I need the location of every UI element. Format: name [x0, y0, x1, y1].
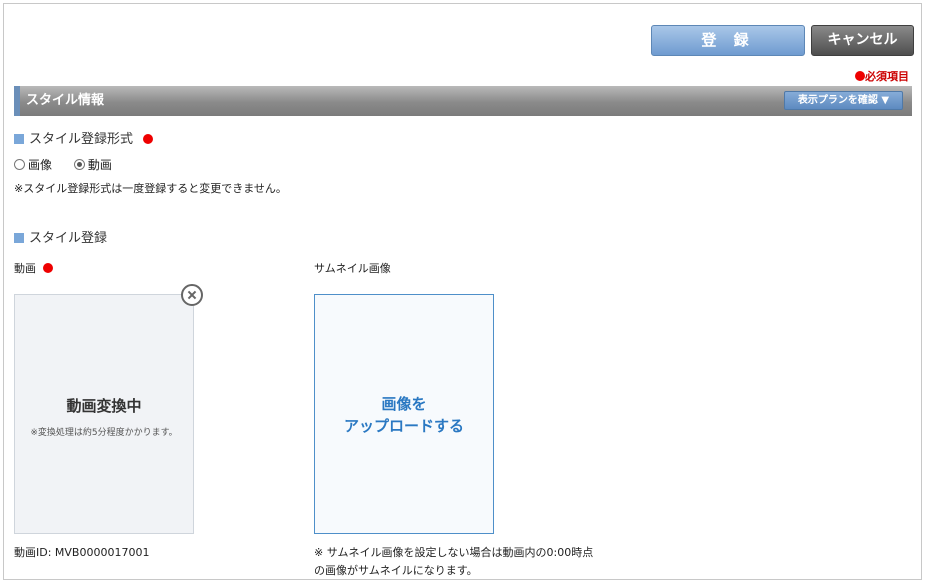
- view-plan-button[interactable]: 表示プランを確認 ▼: [784, 91, 903, 110]
- upload-label-line2: アップロードする: [343, 417, 464, 435]
- video-label: 動画: [14, 260, 53, 276]
- required-dot-icon: [143, 134, 154, 144]
- thumbnail-note-line2: の画像がサムネイルになります。: [314, 564, 478, 577]
- thumbnail-label: サムネイル画像: [314, 262, 391, 275]
- format-heading-label: スタイル登録形式: [29, 132, 134, 147]
- register-button[interactable]: 登 録: [651, 25, 805, 56]
- video-converting-note: ※変換処理は約5分程度かかります。: [30, 428, 178, 438]
- radio-button-image[interactable]: [14, 159, 25, 170]
- upload-image-button[interactable]: 画像を アップロードする: [314, 294, 494, 534]
- radio-option-video[interactable]: 動画: [73, 158, 112, 172]
- format-heading: スタイル登録形式: [14, 128, 154, 147]
- registration-heading-label: スタイル登録: [29, 231, 108, 246]
- radio-option-image[interactable]: 画像: [14, 158, 56, 172]
- format-note: ※スタイル登録形式は一度登録すると変更できません。: [14, 182, 287, 195]
- required-legend-label: 必須項目: [865, 70, 909, 83]
- required-dot-icon: [42, 263, 53, 273]
- section-header-bar: スタイル情報 表示プランを確認 ▼: [14, 86, 912, 116]
- radio-button-video[interactable]: [73, 159, 85, 170]
- required-dot-icon: [855, 71, 865, 81]
- required-legend: 必須項目: [855, 68, 909, 84]
- video-converting-status: 動画変換中: [66, 397, 142, 415]
- square-bullet-icon: [14, 134, 24, 144]
- radio-label-image: 画像: [28, 158, 53, 172]
- thumbnail-note-line1: ※ サムネイル画像を設定しない場合は動画内の0:00時点: [314, 546, 594, 559]
- video-preview-box: 動画変換中 ※変換処理は約5分程度かかります。: [14, 294, 194, 534]
- cancel-button[interactable]: キャンセル: [811, 25, 914, 56]
- upload-label-line1: 画像を: [381, 395, 427, 413]
- radio-label-video: 動画: [87, 158, 112, 172]
- format-radio-group: 画像 動画: [14, 156, 112, 173]
- square-bullet-icon: [14, 233, 24, 243]
- remove-video-close-icon[interactable]: [181, 284, 203, 306]
- registration-heading: スタイル登録: [14, 227, 107, 246]
- video-id: 動画ID: MVB0000017001: [14, 546, 150, 559]
- section-title: スタイル情報: [26, 93, 105, 108]
- video-label-text: 動画: [14, 262, 36, 275]
